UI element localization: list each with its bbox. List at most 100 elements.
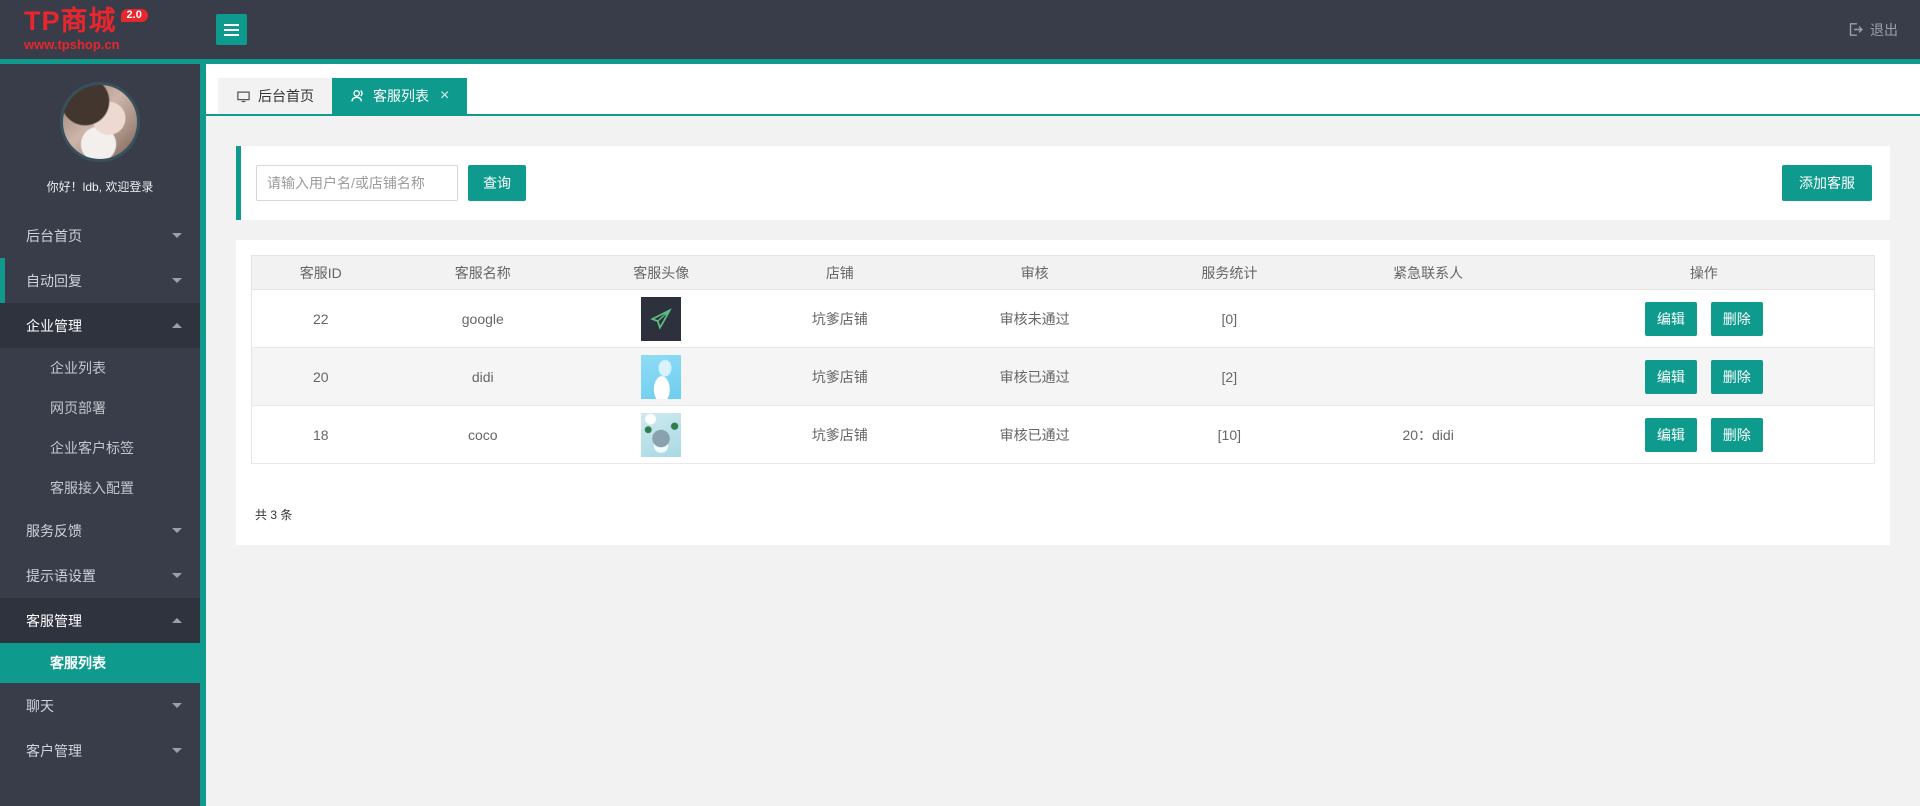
sidebar-item-chat[interactable]: 聊天 — [0, 683, 200, 728]
sidebar-item-auto-reply[interactable]: 自动回复 — [0, 258, 200, 303]
chevron-down-icon — [172, 233, 182, 243]
logo-title: TP商城 — [24, 6, 117, 36]
sidebar-item-label: 客户管理 — [26, 742, 82, 759]
hamburger-menu-button[interactable] — [216, 14, 247, 45]
col-service-avatar: 客服头像 — [576, 255, 747, 290]
edit-button[interactable]: 编辑 — [1644, 359, 1697, 394]
main-area: 后台首页 客服列表 × 查询 添加客服 — [206, 64, 1920, 806]
chevron-down-icon — [172, 748, 182, 758]
sidebar-item-service-feedback[interactable]: 服务反馈 — [0, 508, 200, 553]
app-logo: TP商城 2.0 www.tpshop.cn — [0, 8, 200, 51]
cell-contact: 20：didi — [1322, 405, 1534, 464]
col-service-name: 客服名称 — [389, 255, 577, 290]
sidebar-subitem-label: 网页部署 — [50, 400, 106, 416]
sidebar-subitem-enterprise-list[interactable]: 企业列表 — [0, 348, 200, 388]
logout-label: 退出 — [1870, 21, 1898, 38]
cell-contact — [1322, 347, 1534, 406]
col-service-stats: 服务统计 — [1136, 255, 1323, 290]
service-table: 客服ID 客服名称 客服头像 店铺 审核 服务统计 紧急联系人 操作 22 go… — [251, 255, 1875, 464]
close-icon[interactable]: × — [440, 87, 449, 105]
cell-stats: [2] — [1136, 347, 1323, 406]
person-icon — [351, 90, 363, 102]
monitor-icon — [237, 91, 250, 102]
chevron-down-icon — [172, 573, 182, 583]
sidebar-item-label: 企业管理 — [26, 317, 82, 334]
sidebar-subitem-label: 企业客户标签 — [50, 440, 134, 456]
sidebar-item-label: 自动回复 — [26, 272, 82, 289]
delete-button[interactable]: 删除 — [1710, 301, 1763, 336]
sidebar-subitem-web-deploy[interactable]: 网页部署 — [0, 388, 200, 428]
tab-service-list[interactable]: 客服列表 × — [332, 78, 468, 114]
cell-service-name: google — [389, 289, 577, 348]
sidebar-subitem-label: 企业列表 — [50, 360, 106, 376]
col-service-id: 客服ID — [251, 255, 390, 290]
add-service-button[interactable]: 添加客服 — [1782, 165, 1872, 201]
sidebar-item-home[interactable]: 后台首页 — [0, 213, 200, 258]
chevron-up-icon — [172, 613, 182, 623]
logout-button[interactable]: 退出 — [1847, 0, 1898, 59]
chevron-down-icon — [172, 703, 182, 713]
cell-audit: 审核未通过 — [933, 289, 1137, 348]
sidebar-subitem-customer-tags[interactable]: 企业客户标签 — [0, 428, 200, 468]
table-header-row: 客服ID 客服名称 客服头像 店铺 审核 服务统计 紧急联系人 操作 — [251, 255, 1875, 290]
sidebar-item-label: 后台首页 — [26, 227, 82, 244]
col-operations: 操作 — [1533, 255, 1875, 290]
search-panel: 查询 添加客服 — [236, 146, 1890, 220]
paper-plane-icon — [650, 307, 673, 330]
sidebar-menu: 后台首页 自动回复 企业管理 企业列表 网页部署 企业客户标签 客服接入配置 服… — [0, 213, 200, 773]
cell-shop: 坑爹店铺 — [746, 405, 934, 464]
top-header: TP商城 2.0 www.tpshop.cn 退出 — [0, 0, 1920, 59]
service-avatar-image — [641, 412, 682, 457]
page-content: 查询 添加客服 客服ID 客服名称 客服头像 店铺 审核 服务统计 — [206, 116, 1920, 545]
total-count-text: 共 3 条 — [255, 508, 293, 522]
sidebar-item-customer-management[interactable]: 客户管理 — [0, 728, 200, 773]
sidebar-subitem-service-access-config[interactable]: 客服接入配置 — [0, 468, 200, 508]
delete-button[interactable]: 删除 — [1710, 417, 1763, 452]
user-avatar — [60, 82, 140, 162]
tab-label: 客服列表 — [373, 88, 429, 104]
welcome-text: 你好！ldb, 欢迎登录 — [46, 180, 154, 194]
sidebar: 你好！ldb, 欢迎登录 后台首页 自动回复 企业管理 企业列表 网页部署 企业… — [0, 64, 206, 806]
sidebar-item-label: 客服管理 — [26, 612, 82, 629]
service-table-panel: 客服ID 客服名称 客服头像 店铺 审核 服务统计 紧急联系人 操作 22 go… — [236, 240, 1890, 545]
sidebar-subitem-service-list[interactable]: 客服列表 — [0, 643, 200, 683]
tab-dashboard[interactable]: 后台首页 — [218, 78, 332, 114]
chevron-down-icon — [172, 528, 182, 538]
sidebar-item-label: 服务反馈 — [26, 522, 82, 539]
logo-version-badge: 2.0 — [120, 9, 148, 22]
table-row: 22 google 坑爹店铺 审核未通过 [0] 编辑 删除 — [251, 289, 1875, 348]
service-avatar-image — [641, 296, 682, 341]
sidebar-item-prompt-settings[interactable]: 提示语设置 — [0, 553, 200, 598]
cell-service-id: 22 — [251, 289, 390, 348]
cell-service-id: 20 — [251, 347, 390, 406]
edit-button[interactable]: 编辑 — [1644, 417, 1697, 452]
chevron-up-icon — [172, 318, 182, 328]
delete-button[interactable]: 删除 — [1710, 359, 1763, 394]
cell-shop: 坑爹店铺 — [746, 347, 934, 406]
search-input[interactable] — [256, 165, 458, 201]
cell-stats: [10] — [1136, 405, 1323, 464]
sidebar-item-label: 聊天 — [26, 697, 54, 714]
sidebar-subitem-label: 客服接入配置 — [50, 480, 134, 496]
sidebar-item-service-management[interactable]: 客服管理 — [0, 598, 200, 643]
cell-service-id: 18 — [251, 405, 390, 464]
sidebar-item-enterprise[interactable]: 企业管理 — [0, 303, 200, 348]
logout-icon — [1849, 23, 1863, 36]
sidebar-item-label: 提示语设置 — [26, 567, 96, 584]
edit-button[interactable]: 编辑 — [1644, 301, 1697, 336]
cell-audit: 审核已通过 — [933, 347, 1137, 406]
table-row: 20 didi 坑爹店铺 审核已通过 [2] 编辑 删除 — [251, 347, 1875, 406]
chevron-down-icon — [172, 278, 182, 288]
search-button[interactable]: 查询 — [468, 165, 526, 201]
cell-stats: [0] — [1136, 289, 1323, 348]
service-avatar-image — [641, 354, 682, 399]
tab-label: 后台首页 — [258, 88, 314, 104]
col-audit: 审核 — [933, 255, 1137, 290]
cell-contact — [1322, 289, 1534, 348]
cell-service-name: didi — [389, 347, 577, 406]
table-row: 18 coco 坑爹店铺 审核已通过 [10] 20：didi 编辑 删除 — [251, 405, 1875, 464]
tab-bar: 后台首页 客服列表 × — [206, 64, 1920, 116]
logo-subtitle: www.tpshop.cn — [24, 37, 120, 52]
cell-shop: 坑爹店铺 — [746, 289, 934, 348]
col-shop: 店铺 — [746, 255, 934, 290]
